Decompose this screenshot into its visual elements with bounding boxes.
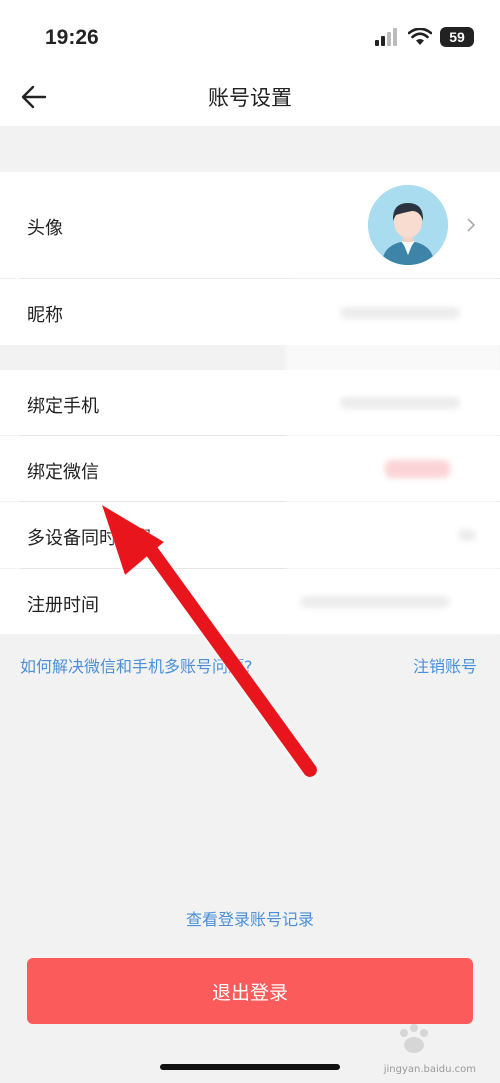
watermark-subtext: jingyan.baidu.com — [383, 1064, 476, 1075]
user-avatar-icon — [368, 185, 448, 265]
avatar[interactable] — [368, 185, 448, 265]
battery-icon: 59 — [440, 27, 474, 47]
multi-account-help-link[interactable]: 如何解决微信和手机多账号问题? — [20, 653, 253, 677]
register-time-label: 注册时间 — [27, 595, 99, 616]
home-indicator — [160, 1064, 340, 1070]
cancel-account-link[interactable]: 注销账号 — [413, 653, 477, 677]
nav-bar: 账号设置 — [0, 76, 500, 126]
status-icons: 59 — [374, 27, 474, 47]
status-bar: 19:26 59 — [0, 0, 500, 76]
wifi-icon — [408, 28, 432, 45]
privacy-blur-overlay — [286, 279, 500, 634]
baidu-jingyan-watermark — [400, 1024, 428, 1053]
page-title: 账号设置 — [208, 86, 292, 110]
multi-device-login-label: 多设备同时登录 — [27, 528, 153, 549]
status-time: 19:26 — [45, 26, 99, 49]
chevron-right-icon — [467, 218, 476, 232]
logout-button[interactable]: 退出登录 — [27, 958, 473, 1024]
bind-wechat-label: 绑定微信 — [27, 462, 99, 483]
nickname-label: 昵称 — [27, 305, 63, 326]
avatar-row[interactable]: 头像 — [0, 172, 500, 278]
signal-icon — [375, 28, 397, 46]
bind-phone-label: 绑定手机 — [27, 396, 99, 417]
login-records-link[interactable]: 查看登录账号记录 — [0, 906, 500, 930]
avatar-label: 头像 — [27, 218, 63, 239]
